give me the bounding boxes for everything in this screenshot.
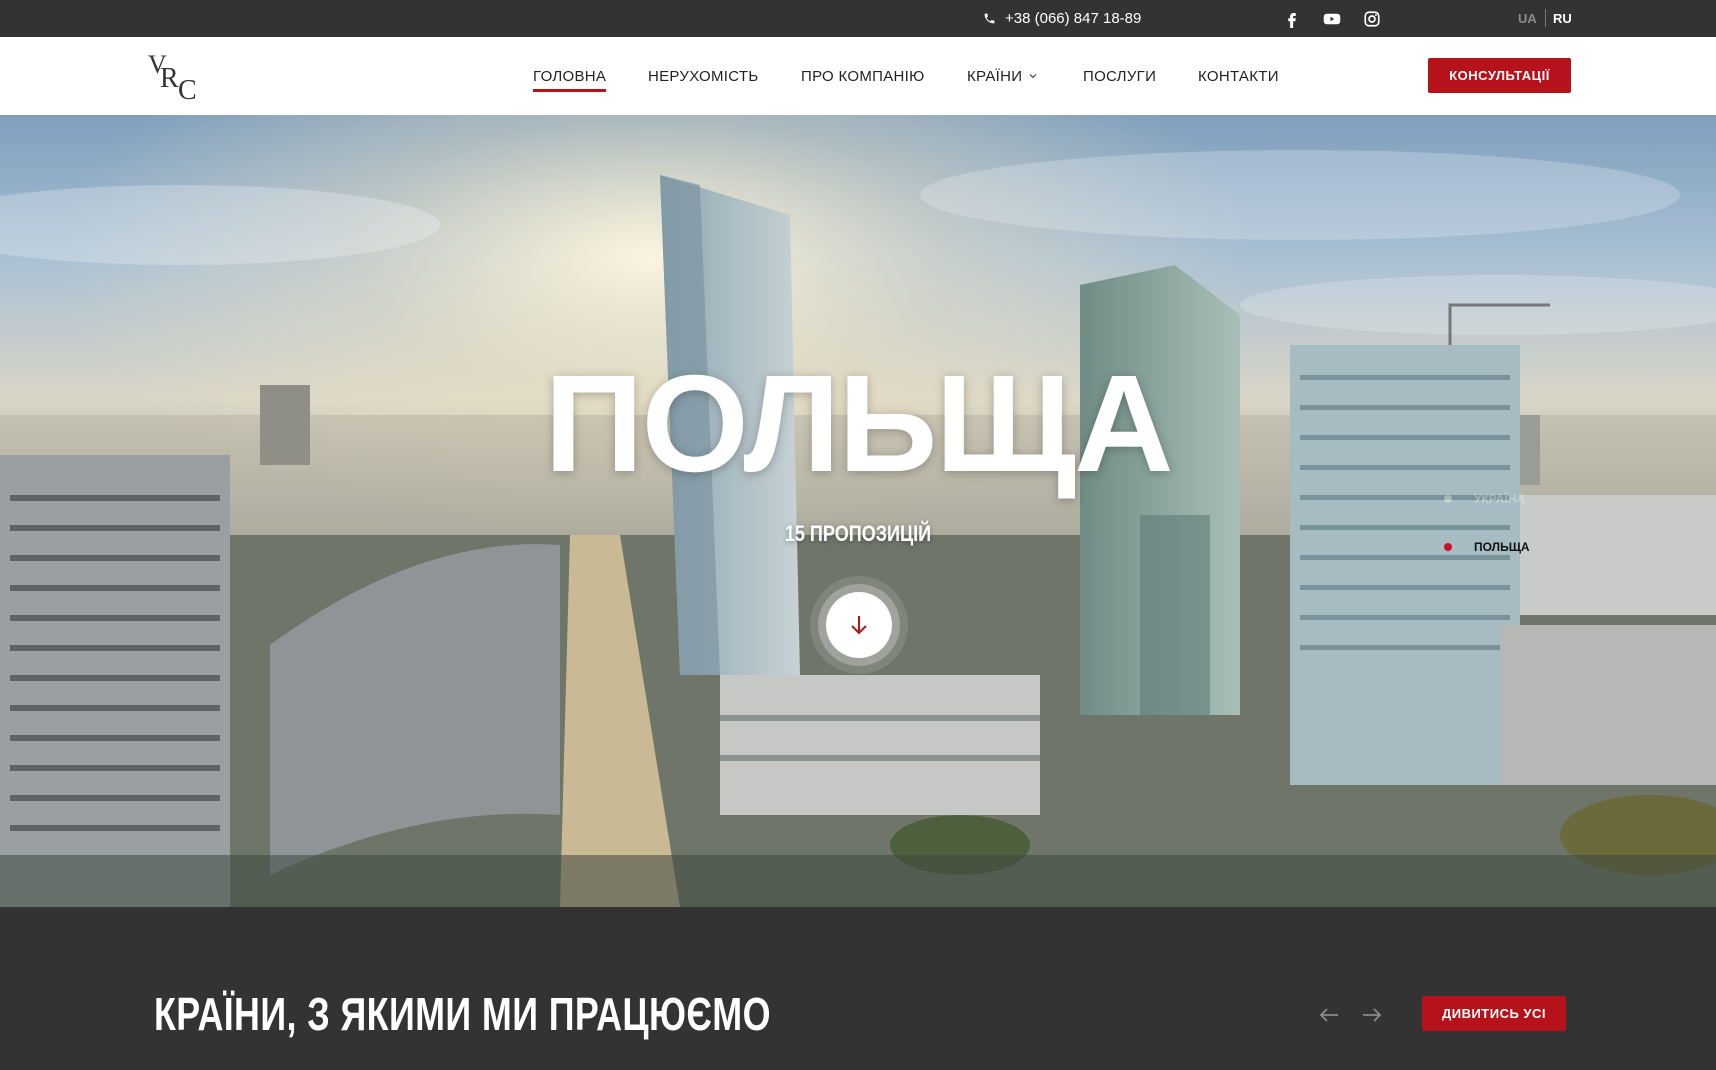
chevron-down-icon	[1029, 74, 1037, 79]
countries-section: КРАЇНИ, З ЯКИМИ МИ ПРАЦЮЄМО ДИВИТИСЬ УСІ	[0, 907, 1716, 1070]
nav-contacts[interactable]: КОНТАКТИ	[1198, 37, 1279, 115]
arrow-down-icon	[851, 616, 867, 635]
slide-nav-ukraine[interactable]: УКРАЇНА	[1444, 475, 1530, 523]
view-all-button[interactable]: ДИВИТИСЬ УСІ	[1422, 996, 1566, 1031]
instagram-link[interactable]	[1361, 0, 1383, 37]
phone-number: +38 (066) 847 18-89	[1005, 10, 1142, 27]
nav-real-estate-label: НЕРУХОМІСТЬ	[648, 67, 759, 85]
slide-navigation: УКРАЇНА ПОЛЬЩА	[1444, 475, 1530, 571]
nav-home-label: ГОЛОВНА	[533, 67, 607, 85]
youtube-link[interactable]	[1321, 0, 1343, 37]
section-title: КРАЇНИ, З ЯКИМИ МИ ПРАЦЮЄМО	[154, 988, 771, 1040]
main-header: V R C ГОЛОВНА НЕРУХОМІСТЬ ПРО КОМПАНІЮ К…	[0, 37, 1716, 115]
top-bar: +38 (066) 847 18-89 UA RU	[0, 0, 1716, 37]
hero-subtitle: 15 ПРОПОЗИЦІЙ	[784, 521, 932, 546]
nav-services[interactable]: ПОСЛУГИ	[1083, 37, 1156, 115]
youtube-icon	[1323, 13, 1341, 24]
lang-ua[interactable]: UA	[1518, 0, 1537, 37]
facebook-link[interactable]	[1281, 0, 1303, 37]
lang-divider	[1545, 9, 1546, 27]
lang-ru[interactable]: RU	[1553, 0, 1572, 37]
nav-about-label: ПРО КОМПАНІЮ	[801, 67, 925, 85]
hero-slider: ПОЛЬЩА 15 ПРОПОЗИЦІЙ УКРАЇНА ПОЛЬЩА	[0, 115, 1716, 907]
slide-dot	[1444, 495, 1452, 503]
slide-nav-poland[interactable]: ПОЛЬЩА	[1444, 523, 1530, 571]
nav-countries-label: КРАЇНИ	[967, 67, 1023, 85]
instagram-icon	[1364, 10, 1380, 27]
nav-home[interactable]: ГОЛОВНА	[533, 37, 607, 115]
consultation-button[interactable]: КОНСУЛЬТАЦІЇ	[1428, 58, 1571, 93]
arrow-right-icon[interactable]	[1360, 1003, 1384, 1027]
slide-label: УКРАЇНА	[1474, 492, 1526, 506]
hero-title: ПОЛЬЩА	[544, 347, 1173, 501]
nav-countries[interactable]: КРАЇНИ	[967, 37, 1038, 115]
vrc-logo-icon[interactable]: V R C	[148, 51, 206, 101]
nav-about[interactable]: ПРО КОМПАНІЮ	[801, 37, 925, 115]
phone-icon	[984, 13, 995, 24]
scroll-down-button[interactable]	[826, 592, 892, 658]
svg-text:C: C	[178, 75, 197, 101]
nav-real-estate[interactable]: НЕРУХОМІСТЬ	[648, 37, 759, 115]
nav-services-label: ПОСЛУГИ	[1083, 67, 1157, 85]
nav-contacts-label: КОНТАКТИ	[1198, 67, 1279, 85]
svg-text:R: R	[160, 63, 179, 94]
facebook-icon	[1288, 12, 1296, 28]
arrow-left-icon[interactable]	[1317, 1003, 1341, 1027]
phone-contact[interactable]: +38 (066) 847 18-89	[983, 0, 1141, 37]
slide-dot-active	[1444, 543, 1452, 551]
slide-label: ПОЛЬЩА	[1474, 540, 1530, 554]
